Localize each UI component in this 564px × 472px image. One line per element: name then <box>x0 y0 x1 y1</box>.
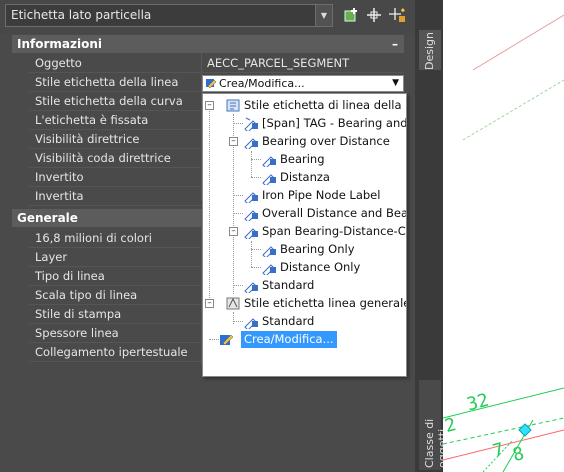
label-style-icon <box>244 282 258 293</box>
property-label: Stile etichetta della curva <box>35 94 183 108</box>
category-informazioni[interactable]: Informazioni – <box>12 35 404 53</box>
property-label: Invertito <box>35 170 84 184</box>
label-component-icon <box>262 174 276 185</box>
property-label: Layer <box>35 250 68 264</box>
property-label: Visibilità coda direttrice <box>35 151 171 165</box>
property-label: Stile etichetta della linea <box>35 75 179 89</box>
property-row[interactable]: Oggetto AECC_PARCEL_SEGMENT <box>29 54 404 73</box>
label-style-icon <box>244 228 258 239</box>
property-label: Stile di stampa <box>35 307 122 321</box>
drawing-graphics <box>443 14 564 472</box>
tab-classe-oggetti[interactable]: Classe di oggetti <box>419 380 449 470</box>
chevron-down-icon[interactable]: ▼ <box>392 76 399 91</box>
tab-design-label: Design <box>423 32 436 70</box>
label-style-dropdown[interactable]: Crea/Modifica... ▼ <box>202 75 404 92</box>
label-component-icon <box>262 156 276 167</box>
property-label: 16,8 milioni di colori <box>35 231 152 245</box>
category-label: Informazioni <box>17 37 102 51</box>
collapse-icon[interactable]: – <box>392 35 398 53</box>
collapse-icon[interactable]: – <box>205 101 214 110</box>
label-component-icon <box>262 246 276 257</box>
object-type-select[interactable]: Etichetta lato particella ▼ <box>5 4 333 27</box>
selection-toolbar: Etichetta lato particella ▼ <box>0 0 415 34</box>
edit-style-icon <box>220 334 234 346</box>
label-style-value: Crea/Modifica... <box>219 77 305 90</box>
label-style-icon <box>244 138 258 149</box>
chevron-down-icon[interactable]: ▼ <box>315 5 332 26</box>
property-label: Invertita <box>35 189 84 203</box>
drawing-canvas[interactable]: 2 32 7 8 <box>443 0 564 472</box>
label-style-icon <box>244 318 258 329</box>
collapse-icon[interactable]: – <box>205 299 214 308</box>
label-style-icon <box>244 117 258 131</box>
property-label: L'etichetta è fissata <box>35 113 149 127</box>
property-value: AECC_PARCEL_SEGMENT <box>207 56 350 70</box>
label-style-icon <box>206 79 217 89</box>
tab-design[interactable]: Design <box>419 30 441 70</box>
label-component-icon <box>262 264 276 275</box>
property-label: Tipo di linea <box>35 269 105 283</box>
label-style-icon <box>244 210 258 221</box>
collapse-icon[interactable]: – <box>229 227 238 236</box>
add-selection-icon[interactable] <box>341 5 361 25</box>
label-style-icon <box>244 192 258 203</box>
property-label: Scala tipo di linea <box>35 288 138 302</box>
object-type-value: Etichetta lato particella <box>11 8 152 22</box>
property-label: Spessore linea <box>35 326 119 340</box>
property-label: Oggetto <box>35 56 82 70</box>
style-tree-popup: – Stile etichetta di linea della partice… <box>202 93 407 377</box>
quick-select-icon[interactable] <box>388 5 408 25</box>
property-label: Collegamento ipertestuale <box>35 345 188 359</box>
style-folder-icon <box>226 99 240 112</box>
style-folder-icon <box>226 297 240 310</box>
select-objects-icon[interactable] <box>364 5 384 25</box>
collapse-icon[interactable]: – <box>229 137 238 146</box>
category-label: Generale <box>17 211 78 225</box>
property-label: Visibilità direttrice <box>35 132 140 146</box>
